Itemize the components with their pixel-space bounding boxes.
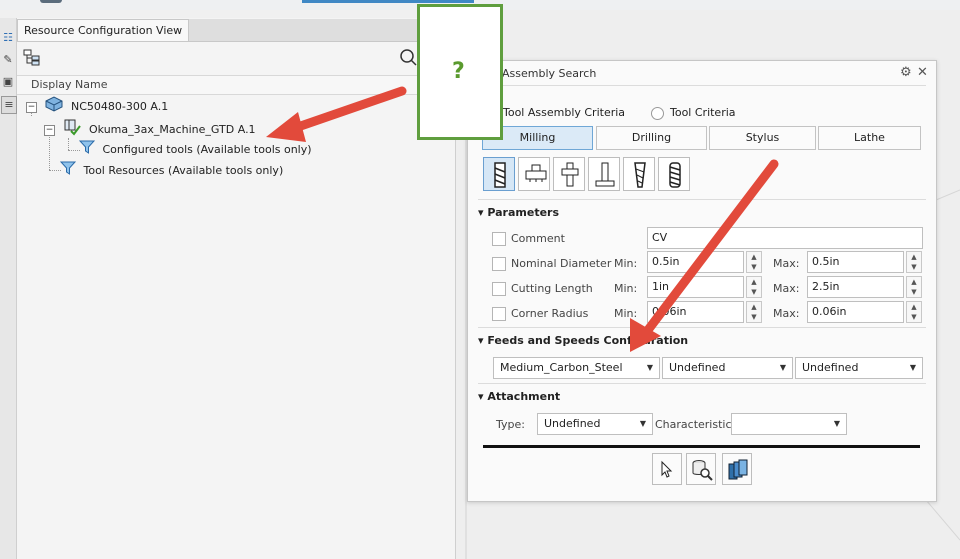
annotation-arrows bbox=[266, 86, 779, 352]
red-arrow bbox=[630, 159, 779, 352]
red-arrow bbox=[266, 86, 407, 142]
